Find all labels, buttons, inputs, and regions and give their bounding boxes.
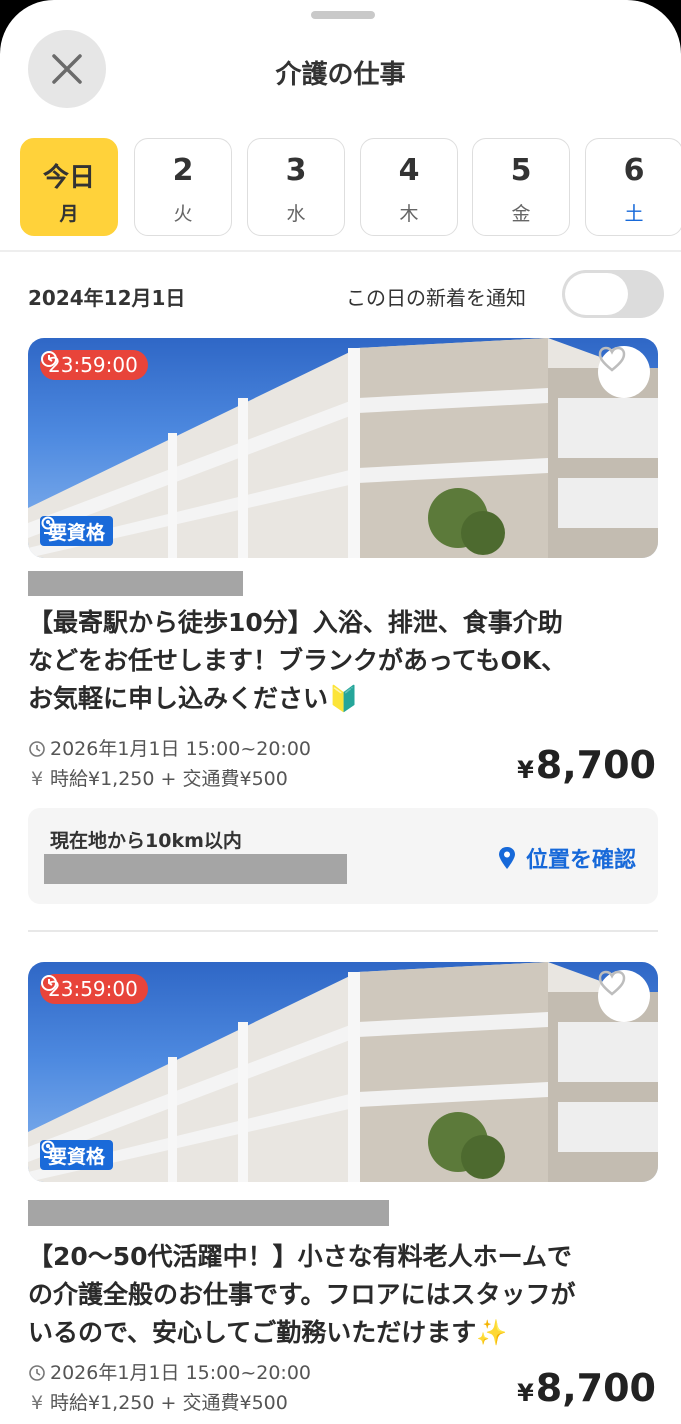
distance-label: 現在地から10km以内 [50,830,242,852]
sheet-drag-handle[interactable] [311,11,375,19]
job-datetime: 2026年1月1日 15:00~20:00 [50,738,311,760]
location-box: 現在地から10km以内 位置を確認 [28,808,658,904]
job-title-line: 【最寄駅から徒歩10分】入浴、排泄、食事介助 [28,608,563,637]
day-number: 5 [510,153,532,188]
day-selector: 今日 月 2 火 3 水 4 木 5 金 6 土 [20,138,681,240]
day-number: 今日 [42,163,95,193]
deadline-timer: 23:59:00 [40,350,148,380]
job-title-line: の介護全般のお仕事です。フロアにはスタッフが [28,1280,576,1309]
redacted-address [44,854,347,884]
day-tab-4[interactable]: 4 木 [360,138,458,236]
currency-symbol: ¥ [517,1379,534,1407]
job-price: ¥8,700 [517,1366,656,1410]
notify-label: この日の新着を通知 [346,286,526,310]
qualification-badge: 要資格 [40,1140,114,1170]
person-badge-icon [41,1140,55,1158]
check-location-button[interactable]: 位置を確認 [498,842,636,874]
day-number: 2 [172,153,194,188]
clock-icon [41,975,57,991]
notify-toggle[interactable] [562,270,664,318]
day-number: 3 [285,153,307,188]
qualification-text: 要資格 [48,1145,106,1168]
yen-icon: ¥ [30,1392,44,1414]
day-weekday: 土 [624,203,644,225]
day-weekday: 金 [511,203,531,225]
price-value: 8,700 [535,743,656,787]
toggle-knob [565,273,628,315]
job-title[interactable]: 【最寄駅から徒歩10分】入浴、排泄、食事介助 などをお任せします！ブランクがあっ… [28,604,658,718]
yen-icon: ¥ [30,768,44,790]
timer-text: 23:59:00 [48,977,138,1001]
day-number: 6 [623,153,645,188]
redacted-facility-name [28,1200,389,1226]
check-location-label: 位置を確認 [525,848,636,873]
card-separator [28,930,658,932]
favorite-button[interactable] [598,970,650,1022]
clock-icon [29,741,45,757]
day-tab-today[interactable]: 今日 月 [20,138,118,236]
job-title-line: 【20〜50代活躍中！】小さな有料老人ホームで [28,1242,572,1271]
qualification-text: 要資格 [48,521,106,544]
day-tab-3[interactable]: 3 水 [247,138,345,236]
day-weekday: 水 [286,203,306,225]
location-pin-icon [498,847,515,869]
person-badge-icon [41,516,55,534]
clock-icon [29,1365,45,1381]
job-image[interactable]: 23:59:00 要資格 [28,338,658,558]
day-weekday: 木 [399,203,419,225]
job-wage: 時給¥1,250 + 交通費¥500 [50,768,288,790]
day-weekday: 月 [59,203,79,225]
job-meta: 2026年1月1日 15:00~20:00 ¥ 時給¥1,250 + 交通費¥5… [28,1358,311,1418]
heart-icon [598,970,626,996]
job-meta: 2026年1月1日 15:00~20:00 ¥ 時給¥1,250 + 交通費¥5… [28,734,311,794]
day-tab-5[interactable]: 5 金 [472,138,570,236]
day-weekday: 火 [173,203,193,225]
job-title[interactable]: 【20〜50代活躍中！】小さな有料老人ホームで の介護全般のお仕事です。フロアに… [28,1238,658,1352]
job-wage: 時給¥1,250 + 交通費¥500 [50,1392,288,1414]
job-price: ¥8,700 [517,743,656,787]
favorite-button[interactable] [598,346,650,398]
deadline-timer: 23:59:00 [40,974,148,1004]
job-title-line: いるので、安心してご勤務いただけます✨ [28,1318,508,1347]
bottom-sheet: 介護の仕事 今日 月 2 火 3 水 4 木 5 金 6 土 2024年12月1… [0,0,681,1424]
job-title-line: などをお任せします！ブランクがあってもOK、 [28,646,567,675]
heart-icon [598,346,626,372]
day-tab-2[interactable]: 2 火 [134,138,232,236]
qualification-badge: 要資格 [40,516,114,546]
job-datetime: 2026年1月1日 15:00~20:00 [50,1362,311,1384]
selected-date: 2024年12月1日 [28,286,186,310]
divider [0,250,681,252]
currency-symbol: ¥ [517,756,534,784]
clock-icon [41,351,57,367]
day-number: 4 [398,153,420,188]
job-image[interactable]: 23:59:00 要資格 [28,962,658,1182]
price-value: 8,700 [535,1366,656,1410]
day-tab-6[interactable]: 6 土 [585,138,681,236]
timer-text: 23:59:00 [48,353,138,377]
redacted-facility-name [28,571,243,596]
page-title: 介護の仕事 [275,60,406,90]
job-title-line: お気軽に申し込みください🔰 [28,684,360,713]
